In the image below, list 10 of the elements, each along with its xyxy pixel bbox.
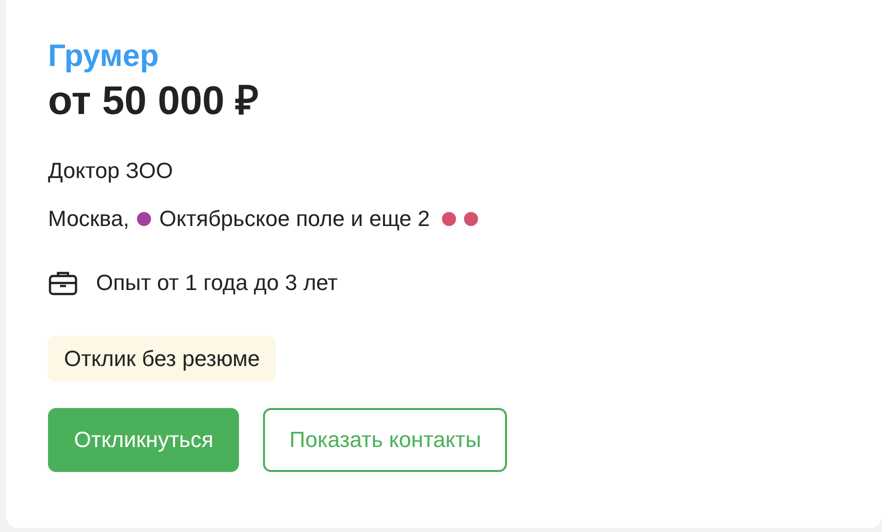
vacancy-title-link[interactable]: Грумер xyxy=(48,36,159,76)
company-name: Доктор ЗОО xyxy=(48,157,173,185)
no-resume-badge: Отклик без резюме xyxy=(48,336,276,382)
show-contacts-button[interactable]: Показать контакты xyxy=(263,408,508,472)
salary: от 50 000 ₽ xyxy=(48,78,259,125)
briefcase-icon xyxy=(48,270,78,296)
experience: Опыт от 1 года до 3 лет xyxy=(96,269,338,297)
city: Москва, xyxy=(48,205,130,233)
metro-station: Октябрьское поле и еще 2 xyxy=(159,205,430,233)
respond-button[interactable]: Откликнуться xyxy=(48,408,240,472)
